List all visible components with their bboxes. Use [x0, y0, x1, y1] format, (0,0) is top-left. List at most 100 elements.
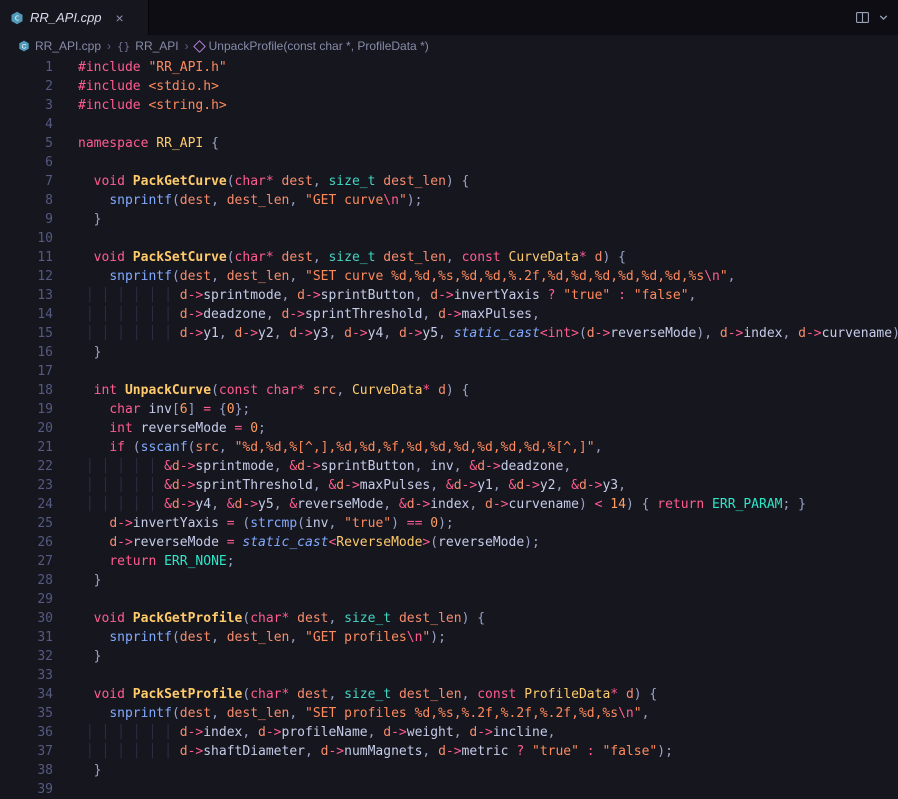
line-number[interactable]: 29	[0, 590, 53, 609]
line-number[interactable]: 27	[0, 552, 53, 571]
line-number[interactable]: 2	[0, 77, 53, 96]
code-line[interactable]: 29	[0, 590, 898, 609]
line-number[interactable]: 1	[0, 58, 53, 77]
line-number[interactable]: 18	[0, 381, 53, 400]
code-line[interactable]: 3 #include <string.h>	[0, 96, 898, 115]
line-number[interactable]: 6	[0, 153, 53, 172]
line-number[interactable]: 13	[0, 286, 53, 305]
code-line[interactable]: 39	[0, 780, 898, 799]
code-line[interactable]: 32 }	[0, 647, 898, 666]
code-token: "	[719, 269, 728, 284]
line-text: }	[53, 343, 102, 362]
code-line[interactable]: 24 │ │ │ │ │ &d->y4, &d->y5, &reverseMod…	[0, 495, 898, 514]
code-line[interactable]: 19 char inv[6] = {0};	[0, 400, 898, 419]
code-token: size_t	[344, 687, 399, 702]
line-number[interactable]: 12	[0, 267, 53, 286]
line-number[interactable]: 17	[0, 362, 53, 381]
code-token: ,	[265, 307, 282, 322]
line-text: │ │ │ │ │ &d->y4, &d->y5, &reverseMode, …	[53, 495, 806, 514]
code-line[interactable]: 9 }	[0, 210, 898, 229]
code-line[interactable]: 30 void PackGetProfile(char* dest, size_…	[0, 609, 898, 628]
code-line[interactable]: 38 }	[0, 761, 898, 780]
code-line[interactable]: 13 │ │ │ │ │ │ d->sprintmode, d->sprintB…	[0, 286, 898, 305]
line-number[interactable]: 33	[0, 666, 53, 685]
code-line[interactable]: 7 void PackGetCurve(char* dest, size_t d…	[0, 172, 898, 191]
code-line[interactable]: 37 │ │ │ │ │ │ d->shaftDiameter, d->numM…	[0, 742, 898, 761]
line-number[interactable]: 8	[0, 191, 53, 210]
code-line[interactable]: 20 int reverseMode = 0;	[0, 419, 898, 438]
code-line[interactable]: 23 │ │ │ │ │ &d->sprintThreshold, &d->ma…	[0, 476, 898, 495]
line-number[interactable]: 7	[0, 172, 53, 191]
code-token: d	[516, 478, 525, 493]
code-line[interactable]: 6	[0, 153, 898, 172]
line-number[interactable]: 15	[0, 324, 53, 343]
code-token: \n	[618, 706, 634, 721]
breadcrumb-namespace[interactable]: {} RR_API	[117, 39, 179, 53]
code-line[interactable]: 22 │ │ │ │ │ &d->sprintmode, &d->sprintB…	[0, 457, 898, 476]
code-line[interactable]: 17	[0, 362, 898, 381]
tab-rr-api-cpp[interactable]: C RR_API.cpp ×	[0, 0, 149, 35]
code-line[interactable]: 14 │ │ │ │ │ │ d->deadzone, d->sprintThr…	[0, 305, 898, 324]
code-token: reverseMode	[140, 421, 235, 436]
code-line[interactable]: 26 d->reverseMode = static_cast<ReverseM…	[0, 533, 898, 552]
close-tab-icon[interactable]: ×	[116, 10, 124, 26]
breadcrumb-file[interactable]: C RR_API.cpp	[18, 39, 101, 53]
line-number[interactable]: 36	[0, 723, 53, 742]
line-number[interactable]: 34	[0, 685, 53, 704]
line-number[interactable]: 22	[0, 457, 53, 476]
code-token: ->	[445, 307, 462, 322]
line-number[interactable]: 39	[0, 780, 53, 799]
line-number[interactable]: 32	[0, 647, 53, 666]
code-line[interactable]: 2 #include <stdio.h>	[0, 77, 898, 96]
code-line[interactable]: 15 │ │ │ │ │ │ d->y1, d->y2, d->y3, d->y…	[0, 324, 898, 343]
code-token: ,	[218, 440, 235, 455]
line-number[interactable]: 3	[0, 96, 53, 115]
line-number[interactable]: 24	[0, 495, 53, 514]
more-actions-chevron-icon[interactable]	[877, 11, 890, 24]
vscode-editor-window: C RR_API.cpp × C RR_API.cpp › {} RR_API …	[0, 0, 898, 799]
code-line[interactable]: 16 }	[0, 343, 898, 362]
line-number[interactable]: 31	[0, 628, 53, 647]
line-number[interactable]: 4	[0, 115, 53, 134]
line-number[interactable]: 20	[0, 419, 53, 438]
line-number[interactable]: 21	[0, 438, 53, 457]
line-number[interactable]: 11	[0, 248, 53, 267]
code-line[interactable]: 33	[0, 666, 898, 685]
line-number[interactable]: 14	[0, 305, 53, 324]
line-number[interactable]: 35	[0, 704, 53, 723]
line-number[interactable]: 38	[0, 761, 53, 780]
code-line[interactable]: 25 d->invertYaxis = (strcmp(inv, "true")…	[0, 514, 898, 533]
code-line[interactable]: 34 void PackSetProfile(char* dest, size_…	[0, 685, 898, 704]
code-token: "false"	[602, 744, 658, 759]
line-number[interactable]: 25	[0, 514, 53, 533]
line-number[interactable]: 16	[0, 343, 53, 362]
code-line[interactable]: 36 │ │ │ │ │ │ d->index, d->profileName,…	[0, 723, 898, 742]
code-line[interactable]: 1 #include "RR_API.h"	[0, 58, 898, 77]
code-line[interactable]: 21 if (sscanf(src, "%d,%d,%[^,],%d,%d,%f…	[0, 438, 898, 457]
code-line[interactable]: 35 snprintf(dest, dest_len, "SET profile…	[0, 704, 898, 723]
code-line[interactable]: 18 int UnpackCurve(const char* src, Curv…	[0, 381, 898, 400]
line-number[interactable]: 5	[0, 134, 53, 153]
code-line[interactable]: 5 namespace RR_API {	[0, 134, 898, 153]
code-line[interactable]: 12 snprintf(dest, dest_len, "SET curve %…	[0, 267, 898, 286]
code-token: ,	[328, 611, 345, 626]
line-number[interactable]: 19	[0, 400, 53, 419]
split-editor-icon[interactable]	[855, 10, 870, 25]
code-line[interactable]: 27 return ERR_NONE;	[0, 552, 898, 571]
line-number[interactable]: 28	[0, 571, 53, 590]
code-line[interactable]: 28 }	[0, 571, 898, 590]
line-number[interactable]: 10	[0, 229, 53, 248]
line-number[interactable]: 23	[0, 476, 53, 495]
code-line[interactable]: 31 snprintf(dest, dest_len, "GET profile…	[0, 628, 898, 647]
code-line[interactable]: 4	[0, 115, 898, 134]
line-number[interactable]: 26	[0, 533, 53, 552]
line-number[interactable]: 37	[0, 742, 53, 761]
breadcrumb-separator: ›	[107, 39, 112, 53]
code-line[interactable]: 8 snprintf(dest, dest_len, "GET curve\n"…	[0, 191, 898, 210]
line-number[interactable]: 30	[0, 609, 53, 628]
line-number[interactable]: 9	[0, 210, 53, 229]
code-token: 0	[226, 402, 235, 417]
code-line[interactable]: 10	[0, 229, 898, 248]
breadcrumb-symbol[interactable]: UnpackProfile(const char *, ProfileData …	[192, 39, 429, 53]
code-line[interactable]: 11 void PackSetCurve(char* dest, size_t …	[0, 248, 898, 267]
